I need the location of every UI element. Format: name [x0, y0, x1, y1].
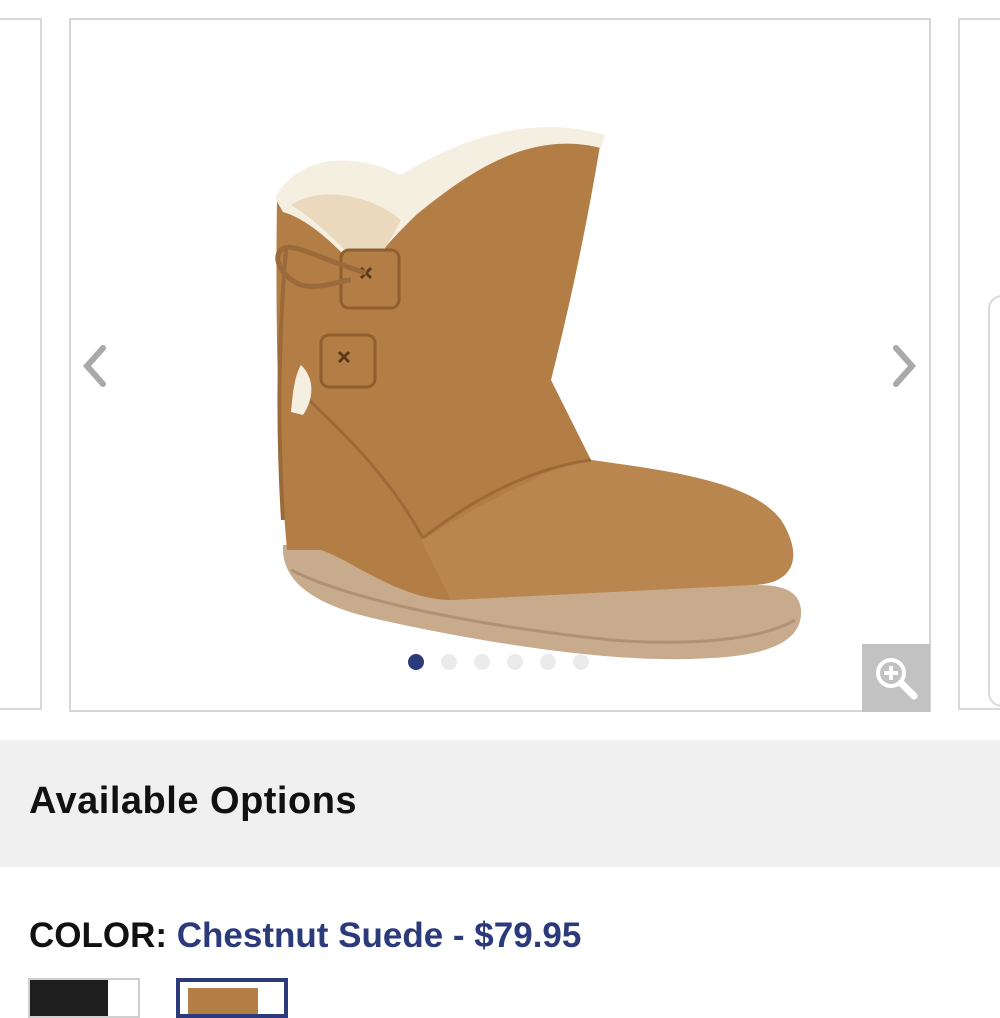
available-options-heading: Available Options — [29, 780, 358, 822]
carousel-dot[interactable] — [573, 654, 589, 670]
chevron-left-icon — [82, 345, 106, 387]
carousel-dot[interactable] — [441, 654, 457, 670]
previous-image-button[interactable] — [74, 340, 114, 392]
carousel-dot[interactable] — [474, 654, 490, 670]
next-slide-edge — [988, 295, 1000, 707]
color-label: COLOR: — [29, 916, 168, 955]
swatch-thumbnail — [188, 988, 258, 1014]
carousel-dot[interactable] — [507, 654, 523, 670]
color-swatch-black[interactable] — [28, 978, 140, 1018]
next-image-button[interactable] — [885, 340, 925, 392]
color-value: Chestnut Suede - $79.95 — [176, 916, 582, 955]
product-image-card — [69, 18, 931, 712]
carousel-dot[interactable] — [540, 654, 556, 670]
carousel-pagination — [408, 654, 589, 670]
carousel-dot[interactable] — [408, 654, 424, 670]
previous-slide-card[interactable] — [0, 18, 42, 710]
chevron-right-icon — [893, 345, 917, 387]
color-swatch-chestnut[interactable] — [176, 978, 288, 1018]
selected-color-line: COLOR: Chestnut Suede - $79.95 — [29, 916, 581, 956]
image-carousel — [0, 0, 1000, 740]
product-image[interactable] — [191, 80, 811, 680]
zoom-in-icon — [876, 658, 918, 700]
next-slide-card[interactable] — [958, 18, 1000, 710]
zoom-button[interactable] — [862, 644, 930, 712]
